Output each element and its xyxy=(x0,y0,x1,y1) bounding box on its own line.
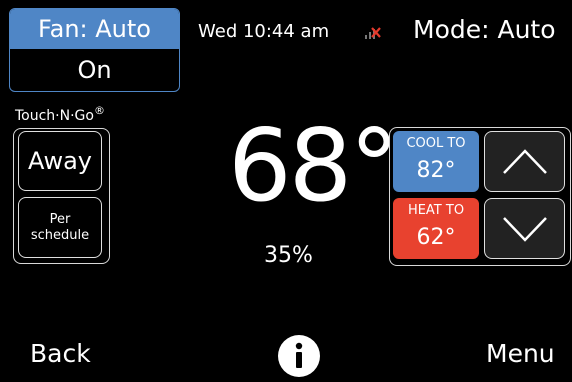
heat-setpoint-label: HEAT TO xyxy=(407,203,465,218)
cool-setpoint-value: 82° xyxy=(416,158,456,183)
fan-mode-button[interactable]: Fan: Auto On xyxy=(9,8,180,92)
fan-mode-label: Fan: Auto xyxy=(10,9,179,49)
cool-setpoint-button[interactable]: COOL TO 82° xyxy=(393,131,479,192)
brand-name: Touch·N·Go xyxy=(15,108,94,124)
per-schedule-label-line2: schedule xyxy=(30,227,90,243)
heat-setpoint-button[interactable]: HEAT TO 62° xyxy=(393,198,479,259)
per-schedule-button[interactable]: Per schedule xyxy=(18,197,102,258)
brand-logo: Touch·N·Go® xyxy=(15,104,105,124)
temperature-up-button[interactable] xyxy=(484,131,565,192)
brand-mark: ® xyxy=(93,104,105,117)
cool-setpoint-label: COOL TO xyxy=(406,136,466,151)
back-button[interactable]: Back xyxy=(30,339,91,368)
temperature-down-button[interactable] xyxy=(484,198,565,259)
chevron-down-icon xyxy=(502,216,547,242)
current-humidity: 35% xyxy=(264,243,313,268)
chevron-up-icon xyxy=(502,148,547,174)
fan-state-label: On xyxy=(77,56,112,84)
per-schedule-label-line1: Per xyxy=(49,211,71,227)
current-temperature: 68° xyxy=(228,107,399,224)
menu-button[interactable]: Menu xyxy=(486,339,555,368)
info-icon[interactable] xyxy=(277,334,321,378)
wifi-disconnected-icon xyxy=(365,27,381,39)
date-time: Wed 10:44 am xyxy=(198,21,330,42)
system-mode-button[interactable]: Mode: Auto xyxy=(413,15,556,44)
away-button[interactable]: Away xyxy=(18,131,102,191)
heat-setpoint-value: 62° xyxy=(416,225,456,250)
